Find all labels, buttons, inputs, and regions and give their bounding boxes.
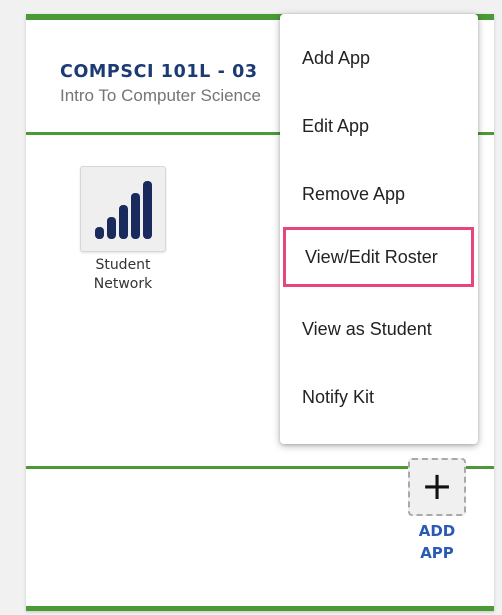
add-app-button[interactable]: + ADD APP	[404, 458, 470, 564]
add-app-label[interactable]: ADD APP	[404, 520, 470, 564]
menu-item-notify-kit[interactable]: Notify Kit	[280, 367, 478, 427]
menu-item-edit-app[interactable]: Edit App	[280, 96, 478, 156]
menu-item-add-app[interactable]: Add App	[280, 28, 478, 88]
menu-item-view-edit-roster[interactable]: View/Edit Roster	[283, 227, 474, 287]
context-menu: Add App Edit App Remove App View/Edit Ro…	[280, 14, 478, 444]
menu-item-remove-app[interactable]: Remove App	[280, 164, 478, 224]
menu-item-view-as-student[interactable]: View as Student	[280, 299, 478, 359]
signal-bars-icon[interactable]	[80, 166, 166, 252]
add-box[interactable]: +	[408, 458, 466, 516]
course-title: Intro To Computer Science	[60, 86, 261, 105]
app-tile-student-network[interactable]: Student Network	[79, 166, 167, 294]
app-label: Student Network	[93, 257, 153, 292]
signal-bars-icon	[95, 181, 152, 239]
plus-icon: +	[421, 464, 453, 508]
course-code[interactable]: COMPSCI 101L - 03	[60, 62, 258, 82]
